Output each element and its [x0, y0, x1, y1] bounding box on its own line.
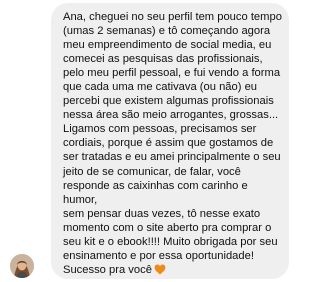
- received-message-bubble[interactable]: Ana, cheguei no seu perfil tem pouco tem…: [51, 3, 289, 279]
- orange-heart-icon: [154, 264, 166, 279]
- sender-avatar[interactable]: [10, 254, 34, 278]
- message-body: Ana, cheguei no seu perfil tem pouco tem…: [63, 11, 282, 276]
- message-text: Ana, cheguei no seu perfil tem pouco tem…: [63, 10, 283, 279]
- avatar-photo-icon: [10, 254, 34, 278]
- chat-screen: Ana, cheguei no seu perfil tem pouco tem…: [0, 0, 300, 282]
